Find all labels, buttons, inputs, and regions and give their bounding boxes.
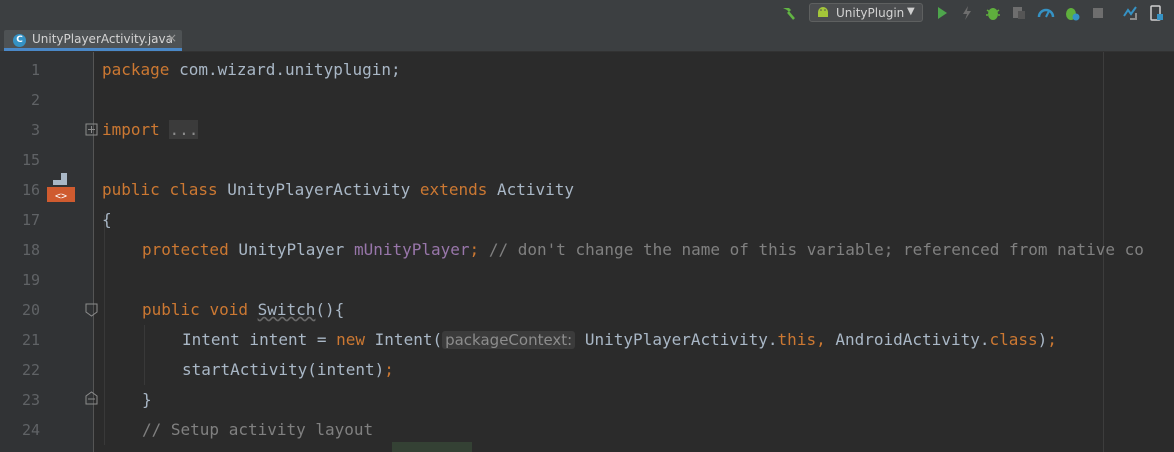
- code-text: protected UnityPlayer mUnityPlayer; // d…: [142, 235, 1144, 265]
- method-name: Switch: [257, 300, 316, 319]
- code-line: 21 Intent intent = new Intent(packageCon…: [0, 325, 1174, 355]
- line-number: 17: [21, 211, 40, 229]
- run-icon[interactable]: [933, 4, 951, 22]
- run-configuration-select[interactable]: UnityPlugin ▼: [809, 3, 923, 22]
- semicolon: ;: [384, 360, 394, 379]
- chevron-down-icon: ▼: [907, 6, 915, 17]
- debug-icon[interactable]: [984, 4, 1002, 22]
- code-text: package com.wizard.unityplugin;: [102, 55, 401, 85]
- comment: // don't change the name of this variabl…: [488, 240, 1144, 259]
- keyword: class: [169, 180, 218, 199]
- device-manager-icon[interactable]: [1147, 4, 1165, 22]
- code-line: 23 }: [0, 385, 1174, 415]
- code-line: 24 // Setup activity layout: [0, 415, 1174, 445]
- line-number: 20: [21, 301, 40, 319]
- keyword: extends: [419, 180, 488, 199]
- type-name: UnityPlayer: [238, 240, 345, 259]
- line-number: 2: [30, 91, 40, 109]
- code-line: 1 package com.wizard.unityplugin;: [0, 55, 1174, 85]
- superclass-name: Activity: [497, 180, 575, 199]
- comment: // Setup activity layout: [142, 420, 374, 439]
- android-icon: [816, 6, 830, 21]
- run-configuration-label: UnityPlugin: [836, 6, 905, 20]
- semicolon: ;: [469, 240, 480, 259]
- code-text: public class UnityPlayerActivity extends…: [102, 175, 574, 205]
- java-class-icon: C: [13, 34, 26, 47]
- code-text: }: [142, 390, 152, 409]
- keyword: void: [209, 300, 248, 319]
- keyword: public: [102, 180, 160, 199]
- line-number: 22: [21, 361, 40, 379]
- code-line: 19: [0, 265, 1174, 295]
- partial-line-highlight: [392, 442, 472, 452]
- code-line: 3 import ...: [0, 115, 1174, 145]
- argument: AndroidActivity.: [825, 330, 990, 349]
- code-line: 16 public class UnityPlayerActivity exte…: [0, 175, 1174, 205]
- code-text: Intent intent = new Intent(packageContex…: [182, 325, 1057, 355]
- line-number: 18: [21, 241, 40, 259]
- code-line: 17 {: [0, 205, 1174, 235]
- code-line: 18 protected UnityPlayer mUnityPlayer; /…: [0, 235, 1174, 265]
- profile-icon[interactable]: [1037, 4, 1055, 22]
- code-text: startActivity(intent);: [182, 355, 394, 385]
- line-number: 19: [21, 271, 40, 289]
- tab-unityplayeractivity[interactable]: C UnityPlayerActivity.java ×: [4, 30, 182, 51]
- code-text: import ...: [102, 115, 199, 145]
- keyword: this: [777, 330, 817, 349]
- argument: UnityPlayerActivity.: [575, 330, 778, 349]
- line-number: 1: [30, 61, 40, 79]
- keyword: class: [989, 330, 1038, 349]
- statement: startActivity(intent): [182, 360, 385, 379]
- line-number: 21: [21, 331, 40, 349]
- code-line: 20 public void Switch(){: [0, 295, 1174, 325]
- hammer-icon[interactable]: [780, 4, 798, 22]
- line-number: 16: [21, 181, 40, 199]
- statement: Intent intent =: [182, 330, 337, 349]
- code-line: 2: [0, 85, 1174, 115]
- line-number: 15: [21, 151, 40, 169]
- punctuation: (){: [315, 300, 345, 319]
- line-number: 24: [21, 421, 40, 439]
- code-text: public void Switch(){: [142, 295, 344, 325]
- punctuation: ): [1037, 330, 1048, 349]
- sync-icon[interactable]: [1121, 4, 1139, 22]
- package-name: com.wizard.unityplugin;: [169, 60, 401, 79]
- keyword: protected: [142, 240, 229, 259]
- coverage-icon[interactable]: [1063, 4, 1081, 22]
- apply-changes-icon[interactable]: [958, 4, 976, 22]
- line-number: 3: [30, 121, 40, 139]
- keyword: public: [142, 300, 200, 319]
- line-number: 23: [21, 391, 40, 409]
- parameter-hint: packageContext:: [442, 331, 576, 349]
- keyword: new: [336, 330, 366, 349]
- class-name: UnityPlayerActivity: [227, 180, 411, 199]
- tab-label: UnityPlayerActivity.java: [32, 32, 173, 46]
- semicolon: ;: [1047, 330, 1057, 349]
- code-line: 22 startActivity(intent);: [0, 355, 1174, 385]
- editor-tab-bar: C UnityPlayerActivity.java ×: [0, 26, 1174, 52]
- keyword: import: [102, 120, 160, 139]
- code-text: {: [102, 210, 112, 229]
- code-line: 15: [0, 145, 1174, 175]
- attach-debugger-icon[interactable]: [1010, 4, 1028, 22]
- constructor-call: Intent(: [365, 330, 443, 349]
- keyword: package: [102, 60, 170, 79]
- main-toolbar: UnityPlugin ▼: [0, 0, 1174, 26]
- folded-imports[interactable]: ...: [169, 120, 199, 139]
- close-icon[interactable]: ×: [167, 31, 177, 45]
- stop-icon[interactable]: [1089, 4, 1107, 22]
- comma: ,: [816, 330, 826, 349]
- field-name: mUnityPlayer: [353, 240, 470, 259]
